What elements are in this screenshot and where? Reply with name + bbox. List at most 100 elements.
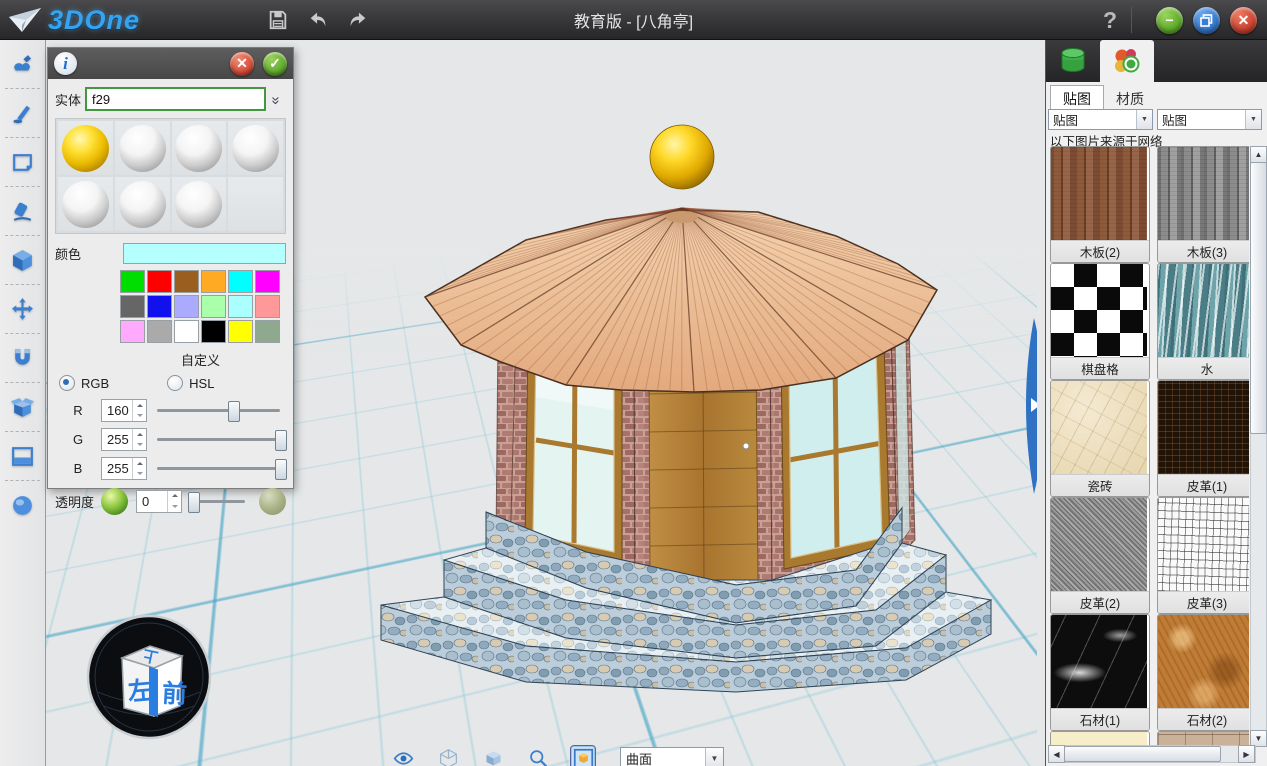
- opacity-value-input[interactable]: 0: [136, 490, 182, 513]
- custom-color-link[interactable]: 自定义: [115, 350, 286, 369]
- color-swatch[interactable]: [228, 270, 253, 293]
- texture-card[interactable]: 皮革(1): [1157, 380, 1249, 497]
- color-swatch[interactable]: [120, 320, 145, 343]
- navigation-cube[interactable]: 左 前 上: [84, 612, 214, 742]
- cancel-button[interactable]: ✕: [230, 52, 254, 76]
- sphere-tool[interactable]: [0, 481, 45, 530]
- current-color-swatch[interactable]: [123, 243, 286, 264]
- entity-input[interactable]: f29: [85, 87, 266, 111]
- rgb-radio[interactable]: RGB: [59, 375, 109, 391]
- texture-subcategory-dropdown[interactable]: 贴图 ▼: [1157, 109, 1262, 130]
- spinner-arrows-icon[interactable]: [132, 458, 146, 479]
- texture-thumbnail[interactable]: [1051, 498, 1147, 591]
- hsl-radio[interactable]: HSL: [167, 375, 214, 391]
- texture-card[interactable]: 瓷砖: [1050, 380, 1150, 497]
- texture-card[interactable]: 木板(3): [1157, 146, 1249, 263]
- close-button[interactable]: ✕: [1230, 7, 1257, 34]
- eye-button[interactable]: [391, 746, 415, 766]
- minimize-button[interactable]: −: [1156, 7, 1183, 34]
- material-sphere-silver[interactable]: [115, 121, 170, 175]
- spinner-arrows-icon[interactable]: [167, 491, 181, 512]
- texture-card[interactable]: 水: [1157, 263, 1249, 380]
- texture-thumbnail[interactable]: [1158, 498, 1249, 591]
- slider-thumb[interactable]: [228, 401, 240, 422]
- eraser-tool[interactable]: [0, 187, 45, 236]
- color-swatch[interactable]: [255, 320, 280, 343]
- g-slider[interactable]: [157, 429, 280, 450]
- color-swatch[interactable]: [147, 320, 172, 343]
- confirm-button[interactable]: ✓: [263, 52, 287, 76]
- library-database-tab[interactable]: [1046, 40, 1100, 82]
- slider-thumb[interactable]: [275, 430, 287, 451]
- material-sphere-gold[interactable]: [58, 121, 113, 175]
- texture-card[interactable]: [1157, 731, 1249, 745]
- texture-thumbnail[interactable]: [1158, 615, 1249, 708]
- restore-button[interactable]: [1193, 7, 1220, 34]
- material-sphere-silver[interactable]: [172, 121, 227, 175]
- color-swatch[interactable]: [255, 270, 280, 293]
- texture-card[interactable]: [1050, 731, 1150, 745]
- texture-thumbnail[interactable]: [1158, 732, 1249, 745]
- texture-card[interactable]: 皮革(3): [1157, 497, 1249, 614]
- undo-button[interactable]: [301, 5, 335, 35]
- g-value-input[interactable]: 255: [101, 428, 147, 451]
- move-tool[interactable]: [0, 285, 45, 334]
- texture-card[interactable]: 棋盘格: [1050, 263, 1150, 380]
- r-value-input[interactable]: 160: [101, 399, 147, 422]
- color-swatch[interactable]: [174, 320, 199, 343]
- materials-palette-tab[interactable]: [1100, 40, 1154, 82]
- color-swatch[interactable]: [201, 270, 226, 293]
- zoom-button[interactable]: [526, 746, 550, 766]
- render-mode-button[interactable]: [571, 746, 595, 766]
- color-swatch[interactable]: [120, 270, 145, 293]
- open-box-tool[interactable]: [0, 383, 45, 432]
- scroll-up-button[interactable]: ▲: [1250, 146, 1267, 163]
- material-sphere-silver[interactable]: [172, 177, 227, 231]
- texture-card[interactable]: 石材(1): [1050, 614, 1150, 731]
- material-sphere-silver[interactable]: [115, 177, 170, 231]
- color-swatch[interactable]: [228, 320, 253, 343]
- help-button[interactable]: ?: [1089, 7, 1131, 34]
- r-slider[interactable]: [157, 400, 280, 421]
- expand-chevron-icon[interactable]: »: [266, 91, 286, 108]
- material-sphere-silver[interactable]: [228, 121, 283, 175]
- texture-thumbnail[interactable]: [1158, 264, 1249, 357]
- texture-thumbnail[interactable]: [1158, 147, 1249, 240]
- color-swatch[interactable]: [174, 295, 199, 318]
- spinner-arrows-icon[interactable]: [132, 429, 146, 450]
- scroll-right-button[interactable]: ▶: [1238, 745, 1255, 763]
- tab-textures[interactable]: 贴图: [1050, 85, 1104, 112]
- vertical-scroll-thumb[interactable]: [1250, 162, 1267, 434]
- magnet-tool[interactable]: [0, 334, 45, 383]
- shapes-tool[interactable]: [0, 40, 45, 89]
- color-swatch[interactable]: [147, 270, 172, 293]
- texture-thumbnail[interactable]: [1051, 732, 1147, 745]
- color-swatch[interactable]: [201, 320, 226, 343]
- slider-thumb[interactable]: [275, 459, 287, 480]
- color-swatch[interactable]: [255, 295, 280, 318]
- redo-button[interactable]: [341, 5, 375, 35]
- texture-card[interactable]: 皮革(2): [1050, 497, 1150, 614]
- b-slider[interactable]: [157, 458, 280, 479]
- scroll-left-button[interactable]: ◀: [1048, 745, 1065, 763]
- cube-tool[interactable]: [0, 236, 45, 285]
- texture-card[interactable]: 石材(2): [1157, 614, 1249, 731]
- texture-thumbnail[interactable]: [1158, 381, 1249, 474]
- material-sphere-silver[interactable]: [58, 177, 113, 231]
- color-swatch[interactable]: [174, 270, 199, 293]
- texture-thumbnail[interactable]: [1051, 264, 1147, 357]
- tab-materials[interactable]: 材质: [1104, 85, 1156, 112]
- texture-thumbnail[interactable]: [1051, 147, 1147, 240]
- display-mode-dropdown[interactable]: 曲面▼: [620, 747, 724, 766]
- b-value-input[interactable]: 255: [101, 457, 147, 480]
- horizontal-scroll-thumb[interactable]: [1064, 746, 1221, 762]
- texture-card[interactable]: 木板(2): [1050, 146, 1150, 263]
- nav-cube-left-label[interactable]: 左: [127, 676, 154, 706]
- texture-thumbnail[interactable]: [1051, 381, 1147, 474]
- save-button[interactable]: [261, 5, 295, 35]
- texture-thumbnail[interactable]: [1051, 615, 1147, 708]
- nav-cube-front-label[interactable]: 前: [161, 679, 187, 709]
- color-swatch[interactable]: [120, 295, 145, 318]
- color-swatch[interactable]: [201, 295, 226, 318]
- panel-collapse-button[interactable]: [1021, 316, 1037, 496]
